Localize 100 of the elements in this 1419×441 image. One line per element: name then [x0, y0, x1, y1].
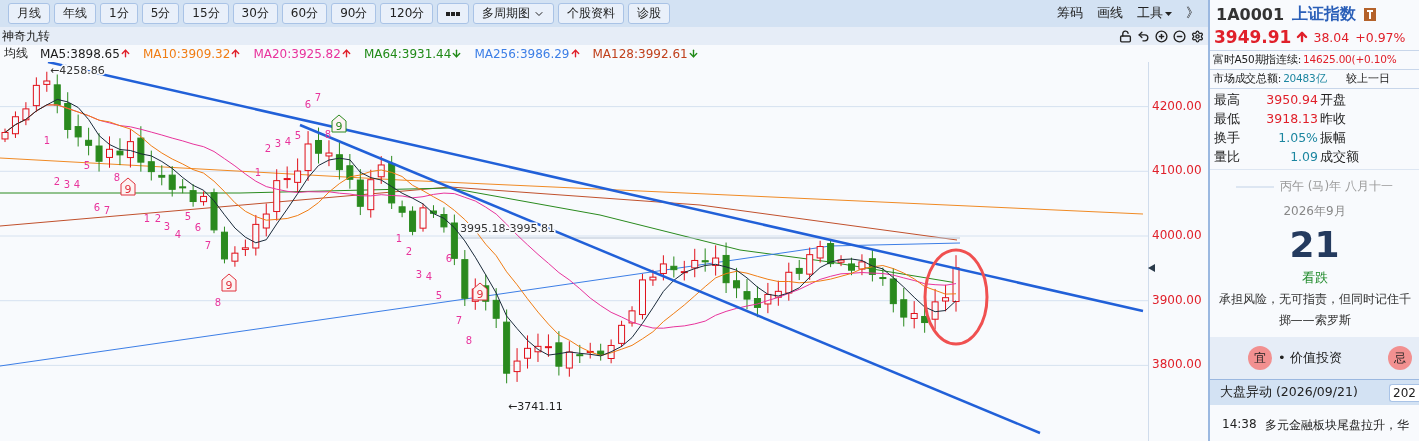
- candlestick: [22, 101, 30, 126]
- candlestick: [639, 273, 646, 320]
- candlestick: [628, 305, 636, 328]
- candlestick: [325, 139, 333, 167]
- news-headline[interactable]: 多元金融板块尾盘拉升，华: [1264, 417, 1409, 434]
- sequence-number: 4: [73, 179, 81, 190]
- candlestick: [179, 178, 187, 194]
- quote-text: 掷——索罗斯: [1278, 312, 1351, 329]
- period-button[interactable]: 90分: [331, 3, 377, 24]
- indicator-title: 神奇九转: [2, 27, 50, 45]
- period-dropdown[interactable]: 多周期图: [473, 3, 555, 24]
- sequence-number: 5: [294, 130, 302, 141]
- stat-label: 量比: [1214, 149, 1241, 166]
- stat-label: 最低: [1214, 111, 1241, 128]
- toolbar-link[interactable]: 筹码: [1052, 5, 1088, 22]
- date-field[interactable]: 202: [1389, 383, 1419, 402]
- period-button[interactable]: 月线: [8, 3, 50, 24]
- stat-label: 昨收: [1319, 111, 1347, 128]
- sequence-number: 6: [445, 253, 453, 264]
- sequence-number: 2: [154, 213, 162, 224]
- candlestick: [356, 168, 364, 216]
- sequence-number: 1: [143, 213, 151, 224]
- candlestick: [241, 239, 249, 257]
- period-button[interactable]: 诊股: [628, 3, 671, 24]
- candlestick: [262, 203, 270, 237]
- candlestick: [231, 245, 239, 268]
- stat-label: 最高: [1214, 92, 1241, 109]
- moving-average-value: MA256:3986.29: [474, 46, 581, 61]
- zoom-in-icon[interactable]: [1155, 29, 1168, 43]
- sequence-number: 3: [274, 138, 282, 149]
- candlestick: [147, 150, 155, 181]
- candlestick: [722, 242, 730, 294]
- sequence-number: 4: [174, 229, 182, 240]
- sequence-number: 5: [184, 211, 192, 222]
- candlestick: [586, 342, 594, 359]
- period-button[interactable]: 120分: [380, 3, 434, 24]
- toolbar-link[interactable]: 》: [1181, 5, 1204, 22]
- undo-icon[interactable]: [1137, 29, 1150, 43]
- sequence-number: 7: [103, 205, 111, 216]
- candlestick: [388, 155, 396, 210]
- stock-code: 1A0001: [1216, 5, 1285, 24]
- stat-value: 1.05%: [1277, 130, 1318, 147]
- good-badge: 宜: [1248, 346, 1272, 370]
- candlestick: [712, 244, 720, 277]
- stat-value: 1.09: [1289, 149, 1318, 166]
- candlestick: [764, 282, 772, 314]
- period-button[interactable]: 30分: [232, 3, 278, 24]
- sequence-number: 3: [163, 221, 171, 232]
- period-button[interactable]: 年线: [54, 3, 96, 24]
- period-button[interactable]: 15分: [183, 3, 229, 24]
- candlestick: [189, 183, 197, 208]
- settings-icon[interactable]: [1191, 29, 1204, 43]
- toolbar-link[interactable]: 画线: [1092, 5, 1128, 22]
- compare-label: 较上一日: [1346, 72, 1390, 86]
- period-button[interactable]: 60分: [281, 3, 328, 24]
- candlestick: [137, 125, 145, 173]
- price-axis-label: 4100.00: [1152, 163, 1202, 178]
- candlestick: [273, 168, 281, 222]
- candlestick: [32, 76, 40, 113]
- moving-average-value: MA128:3992.61: [592, 46, 699, 61]
- zoom-out-icon[interactable]: [1173, 29, 1186, 43]
- sequence-number: 3: [415, 269, 423, 280]
- candlestick: [126, 128, 134, 168]
- sequence-badge: 9: [221, 273, 237, 292]
- candlestick: [53, 74, 61, 114]
- candlestick: [597, 343, 605, 362]
- stat-value: 3950.94: [1265, 92, 1318, 109]
- candlestick: [210, 188, 218, 234]
- candlestick: [576, 344, 584, 364]
- unlock-icon[interactable]: [1119, 29, 1132, 43]
- period-button[interactable]: 5分: [141, 3, 180, 24]
- sequence-number: 6: [304, 99, 312, 110]
- candlestick: [304, 130, 312, 182]
- candlestick: [806, 247, 814, 281]
- stat-label: 换手: [1214, 130, 1241, 147]
- candlestick: [220, 226, 228, 264]
- candlestick: [701, 247, 709, 273]
- candlestick: [74, 114, 82, 147]
- price-annotation: ←3741.11: [508, 400, 563, 413]
- candlestick: [367, 169, 375, 219]
- good-item: • 价值投资: [1278, 349, 1342, 367]
- period-button[interactable]: 个股资料: [558, 3, 625, 24]
- candlestick: [43, 71, 51, 93]
- period-button[interactable]: 1分: [100, 3, 138, 24]
- sequence-number: 3: [63, 179, 71, 190]
- turnover-label: 市场成交总额:: [1213, 72, 1282, 86]
- candlestick: [461, 249, 469, 307]
- candlestick: [785, 262, 793, 302]
- sequence-badge: 9: [120, 177, 136, 196]
- candlestick: [670, 256, 678, 278]
- sequence-number: 2: [264, 143, 272, 154]
- candlestick: [691, 248, 699, 278]
- candlestick: [419, 203, 427, 233]
- tools-menu[interactable]: 工具: [1132, 5, 1177, 22]
- candlestick: [158, 164, 166, 186]
- candlestick: [450, 214, 458, 266]
- stat-label: 振幅: [1319, 130, 1347, 147]
- more-button[interactable]: [437, 3, 470, 24]
- candlestick: [649, 269, 657, 287]
- current-price-marker-icon: [1148, 264, 1155, 272]
